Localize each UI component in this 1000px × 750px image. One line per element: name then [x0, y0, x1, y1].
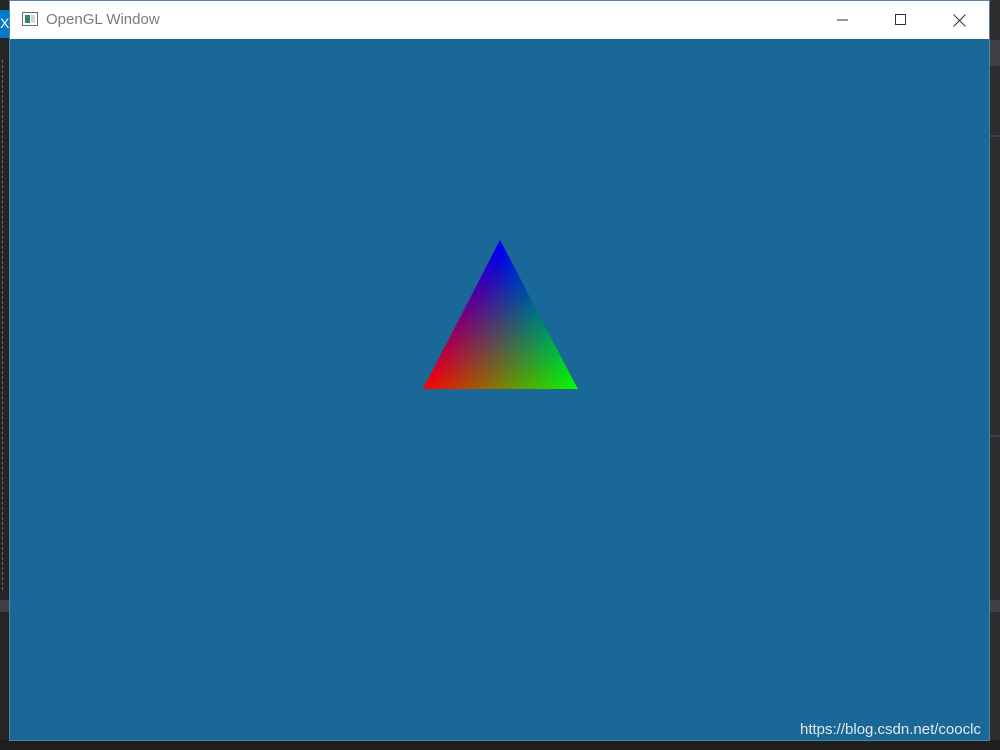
minimize-button[interactable]: [814, 1, 872, 39]
render-canvas: [423, 240, 578, 389]
background-ide-guide-line: [2, 60, 3, 590]
close-button[interactable]: [930, 1, 988, 39]
window-title: OpenGL Window: [46, 11, 160, 28]
maximize-button[interactable]: [872, 1, 930, 39]
window-titlebar[interactable]: OpenGL Window: [10, 1, 989, 39]
app-window-icon: [22, 12, 38, 26]
watermark-url: https://blog.csdn.net/cooclc: [800, 721, 981, 738]
close-icon: [952, 13, 966, 27]
background-ide-divider: [990, 135, 1000, 137]
background-ide-tab-glyph: X: [0, 15, 10, 31]
background-ide-bottom-panel: [0, 740, 1000, 750]
background-ide-right-tab: [990, 40, 1000, 66]
background-ide-right-panel: [990, 0, 1000, 750]
background-ide-divider: [990, 435, 1000, 437]
rgb-triangle: [423, 240, 578, 389]
opengl-viewport[interactable]: [10, 39, 989, 740]
minimize-icon: [837, 19, 848, 21]
opengl-window[interactable]: OpenGL Window: [9, 0, 990, 741]
desktop: X OpenGL Window https://blog.csdn.net/co…: [0, 0, 1000, 750]
maximize-icon: [895, 14, 906, 25]
